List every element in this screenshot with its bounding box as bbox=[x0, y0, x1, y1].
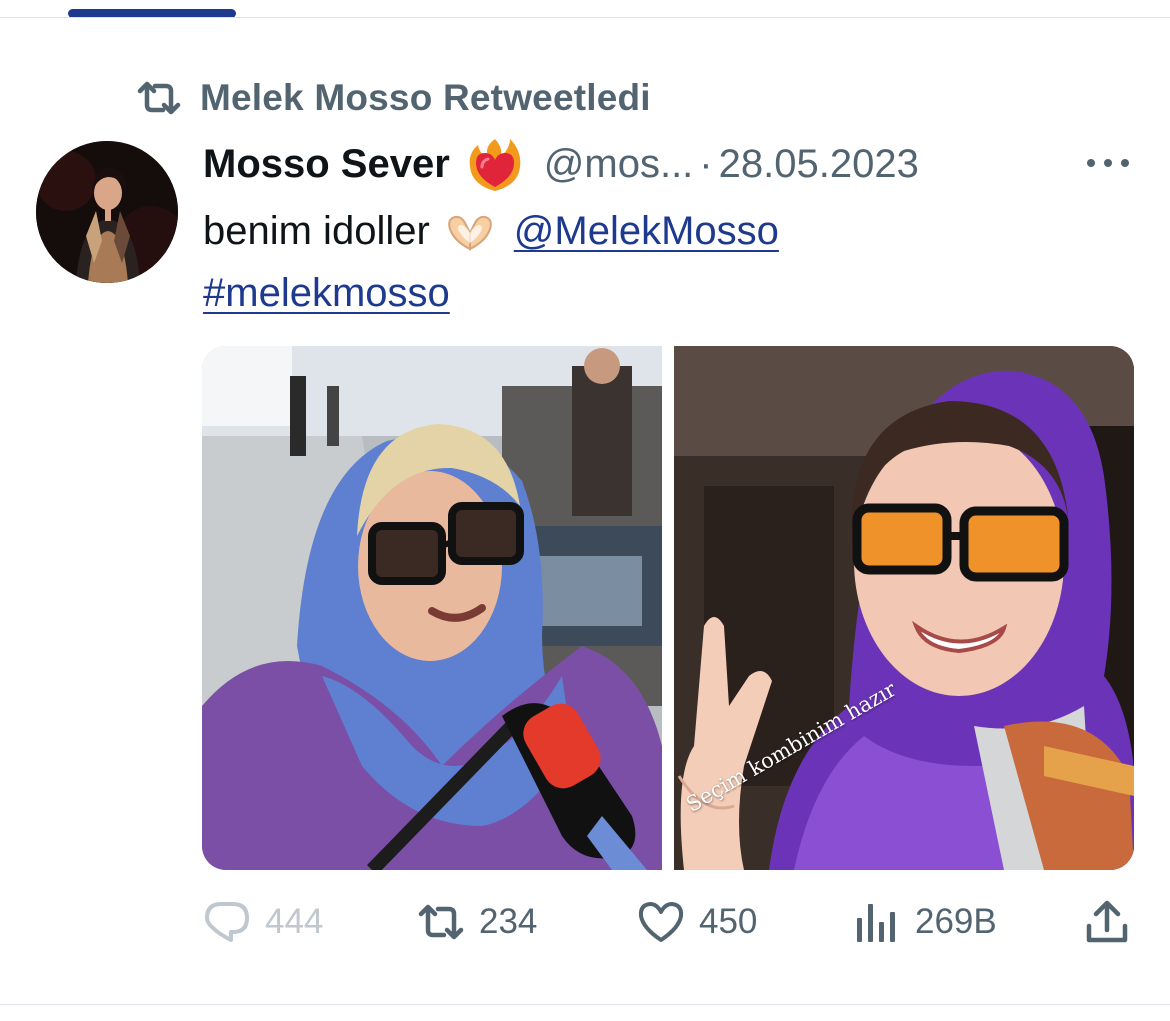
retweet-context-label: Melek Mosso Retweetledi bbox=[200, 77, 651, 118]
like-button[interactable]: 450 bbox=[637, 896, 757, 948]
share-button[interactable] bbox=[1083, 896, 1131, 948]
share-icon bbox=[1086, 900, 1128, 943]
tweet-date[interactable]: 28.05.2023 bbox=[719, 142, 919, 187]
more-options-icon[interactable] bbox=[1084, 146, 1132, 180]
author-handle[interactable]: @mos... bbox=[544, 142, 694, 187]
heart-on-fire-emoji-icon bbox=[469, 139, 521, 191]
retweet-icon bbox=[418, 904, 464, 940]
tweet-text: benim idoller @MelekMosso #melekmosso bbox=[203, 200, 1103, 324]
author-name[interactable]: Mosso Sever bbox=[203, 142, 450, 187]
action-bar: 444 234 450 269B bbox=[203, 896, 1133, 948]
retweet-context[interactable]: Melek Mosso Retweetledi bbox=[136, 76, 651, 120]
retweet-icon bbox=[137, 81, 181, 115]
retweet-button[interactable]: 234 bbox=[417, 896, 537, 948]
reply-count: 444 bbox=[265, 902, 324, 941]
avatar[interactable] bbox=[36, 141, 178, 283]
header-separator: · bbox=[699, 141, 713, 186]
media-photo-left[interactable] bbox=[202, 346, 662, 870]
top-divider bbox=[0, 17, 1170, 18]
bottom-divider bbox=[0, 1004, 1170, 1005]
views-icon bbox=[857, 904, 895, 942]
tweet-header: Mosso Sever @mos... · 28.05.2023 bbox=[203, 136, 1103, 192]
views-button[interactable]: 269B bbox=[853, 896, 997, 948]
retweet-count: 234 bbox=[479, 902, 538, 941]
heart-hands-emoji-icon bbox=[447, 215, 492, 251]
reply-icon bbox=[205, 902, 249, 942]
heart-icon bbox=[638, 902, 684, 942]
view-count: 269B bbox=[915, 902, 997, 941]
like-count: 450 bbox=[699, 902, 758, 941]
tweet-text-line: benim idoller bbox=[203, 209, 430, 253]
mention-link[interactable]: @MelekMosso bbox=[514, 200, 779, 262]
reply-button[interactable]: 444 bbox=[203, 896, 323, 948]
tweet-media[interactable]: Seçim kombinim hazır bbox=[202, 346, 1134, 870]
media-photo-right[interactable]: Seçim kombinim hazır bbox=[674, 346, 1134, 870]
tweet-page: Melek Mosso Retweetledi Mosso Sever @mos… bbox=[0, 0, 1170, 1021]
hashtag-link[interactable]: #melekmosso bbox=[203, 262, 450, 324]
